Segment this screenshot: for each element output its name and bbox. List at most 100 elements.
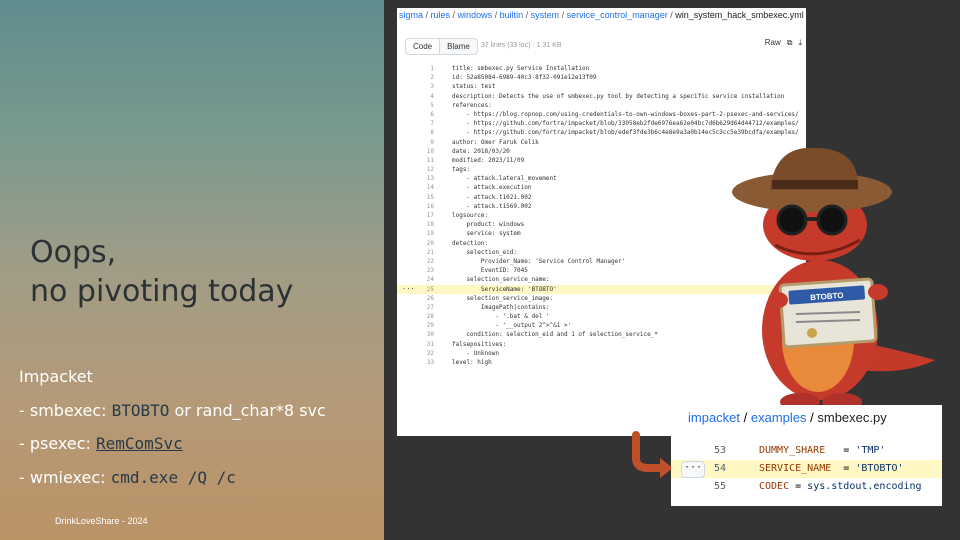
breadcrumb-link[interactable]: builtin bbox=[500, 10, 524, 20]
cert-seal bbox=[807, 328, 817, 338]
slide-title: Oops, no pivoting today bbox=[30, 233, 293, 311]
code-value: 'BTOBTO' bbox=[855, 463, 904, 474]
line-text: condition: selection_eid and 1 of select… bbox=[452, 331, 658, 339]
line-number[interactable]: 4 bbox=[397, 92, 452, 101]
line-number[interactable]: 14 bbox=[397, 183, 452, 192]
line-text: product: windows bbox=[452, 221, 525, 229]
bullet-smbexec: - smbexec: BTOBTO or rand_char*8 svc bbox=[19, 400, 326, 434]
line-number[interactable]: 3 bbox=[397, 82, 452, 91]
code-line: 53 DUMMY_SHARE = 'TMP' bbox=[671, 442, 942, 460]
line-number[interactable]: 29 bbox=[397, 321, 452, 330]
bullet-list: Impacket - smbexec: BTOBTO or rand_char*… bbox=[19, 366, 326, 500]
line-number[interactable]: 6 bbox=[397, 110, 452, 119]
code-line: 1 title: smbexec.py Service Installation bbox=[397, 64, 806, 73]
line-number[interactable]: 30 bbox=[397, 330, 452, 339]
code-value: 'TMP' bbox=[855, 445, 886, 456]
code-line: 8 - https://github.com/fortra/impacket/b… bbox=[397, 128, 806, 137]
code-value: sys.stdout.encoding bbox=[807, 481, 922, 492]
line-text: - https://blog.ropnop.com/using-credenti… bbox=[452, 110, 799, 118]
line-text: title: smbexec.py Service Installation bbox=[452, 65, 590, 72]
bullet-prefix: - wmiexec: bbox=[19, 467, 111, 487]
line-number[interactable]: 16 bbox=[397, 202, 452, 211]
line-number[interactable]: 55 bbox=[671, 478, 759, 496]
code-line: 3 status: test bbox=[397, 82, 806, 91]
line-number[interactable]: 17 bbox=[397, 211, 452, 220]
download-icon[interactable]: ⤓ bbox=[798, 38, 802, 48]
line-number[interactable]: 23 bbox=[397, 266, 452, 275]
code-operator: = bbox=[831, 463, 856, 474]
line-number[interactable]: 24 bbox=[397, 275, 452, 284]
line-number[interactable]: 28 bbox=[397, 312, 452, 321]
line-text: - https://github.com/fortra/impacket/blo… bbox=[452, 129, 799, 137]
line-number[interactable]: 5 bbox=[397, 101, 452, 110]
line-number[interactable]: 33 bbox=[397, 358, 452, 367]
code-line: 7 - https://github.com/fortra/impacket/b… bbox=[397, 119, 806, 128]
tab-code[interactable]: Code bbox=[406, 39, 441, 54]
copy-icon[interactable]: ⧉ bbox=[787, 38, 793, 48]
breadcrumb-current: win_system_hack_smbexec.yml bbox=[675, 10, 804, 20]
code-operator: = bbox=[789, 481, 808, 492]
breadcrumb-link[interactable]: sigma bbox=[399, 10, 423, 20]
line-number[interactable]: 53 bbox=[671, 442, 759, 460]
breadcrumb-link[interactable]: examples bbox=[751, 410, 807, 425]
impacket-breadcrumb: impacket / examples / smbexec.py bbox=[688, 410, 887, 425]
code-key: DUMMY_SHARE bbox=[759, 445, 826, 456]
line-text: - attack.execution bbox=[452, 184, 532, 192]
line-actions-icon[interactable]: ··· bbox=[681, 461, 705, 478]
title-line-2: no pivoting today bbox=[30, 274, 294, 309]
line-number[interactable]: 11 bbox=[397, 156, 452, 165]
line-number[interactable]: 2 bbox=[397, 73, 452, 82]
line-text: modified: 2023/11/09 bbox=[452, 156, 525, 164]
line-number[interactable]: 12 bbox=[397, 165, 452, 174]
line-text: status: test bbox=[452, 83, 496, 91]
line-text: Provider_Name: 'Service Control Manager' bbox=[452, 257, 626, 265]
line-number[interactable]: 15 bbox=[397, 193, 452, 202]
line-actions-icon[interactable]: ··· bbox=[402, 285, 415, 294]
dino-hand bbox=[768, 292, 788, 308]
file-meta: 37 lines (33 loc) · 1.31 KB bbox=[481, 42, 562, 49]
breadcrumb-link[interactable]: windows bbox=[458, 10, 493, 20]
impacket-code-screenshot: impacket / examples / smbexec.py 53 DUMMY… bbox=[671, 405, 942, 506]
line-text: selection_eid: bbox=[452, 248, 518, 256]
breadcrumb-link[interactable]: service_control_manager bbox=[567, 10, 668, 20]
line-number[interactable]: 10 bbox=[397, 147, 452, 156]
line-text: falsepositives: bbox=[452, 340, 507, 348]
title-line-1: Oops, bbox=[30, 235, 117, 270]
line-number[interactable]: 20 bbox=[397, 239, 452, 248]
impacket-code-lines: 53 DUMMY_SHARE = 'TMP' ··· 54 SERVICE_NAME =… bbox=[671, 442, 942, 496]
code-line: 6 - https://blog.ropnop.com/using-creden… bbox=[397, 110, 806, 119]
raw-button[interactable]: Raw bbox=[765, 38, 781, 48]
line-number[interactable]: 32 bbox=[397, 349, 452, 358]
breadcrumb-link[interactable]: system bbox=[531, 10, 560, 20]
line-text: - attack.t1021.002 bbox=[452, 193, 532, 201]
line-number[interactable]: 21 bbox=[397, 248, 452, 257]
pointer-arrow-icon bbox=[632, 431, 673, 478]
dino-hand bbox=[868, 284, 888, 300]
line-number[interactable]: 31 bbox=[397, 340, 452, 349]
bullet-code: RemComSvc bbox=[96, 434, 183, 453]
line-number[interactable]: 1 bbox=[397, 64, 452, 73]
line-number[interactable]: 22 bbox=[397, 257, 452, 266]
line-number[interactable]: 18 bbox=[397, 220, 452, 229]
line-number[interactable]: 7 bbox=[397, 119, 452, 128]
line-text: selection_service_image: bbox=[452, 294, 554, 302]
slide-left-panel: Oops, no pivoting today Impacket - smbex… bbox=[0, 0, 384, 540]
line-number[interactable]: 9 bbox=[397, 138, 452, 147]
bullet-prefix: - psexec: bbox=[19, 434, 97, 453]
breadcrumb-link[interactable]: impacket bbox=[688, 410, 740, 425]
dinosaur-mascot-illustration: BTOBTO bbox=[732, 147, 935, 411]
line-number[interactable]: 26 bbox=[397, 294, 452, 303]
line-number[interactable]: 27 bbox=[397, 303, 452, 312]
breadcrumb-link[interactable]: rules bbox=[431, 10, 451, 20]
line-number[interactable]: 13 bbox=[397, 174, 452, 183]
file-toolbar: Raw ⧉ ⤓ bbox=[765, 38, 802, 48]
line-text: references: bbox=[452, 101, 492, 109]
line-text: service: system bbox=[452, 230, 521, 238]
line-text: ImagePath|contains: bbox=[452, 303, 550, 311]
line-number[interactable]: 19 bbox=[397, 229, 452, 238]
line-text: ServiceName: 'BTOBTO' bbox=[452, 285, 557, 293]
line-number[interactable]: 8 bbox=[397, 128, 452, 137]
bullet-code: BTOBTO bbox=[111, 400, 170, 420]
view-tabs: Code Blame bbox=[405, 38, 478, 55]
tab-blame[interactable]: Blame bbox=[440, 39, 477, 54]
